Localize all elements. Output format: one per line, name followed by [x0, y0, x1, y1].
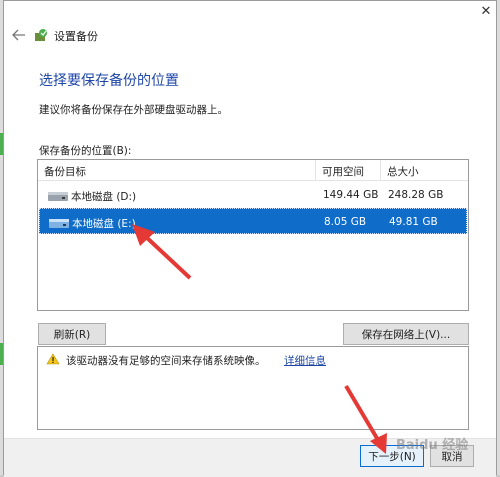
page-heading: 选择要保存备份的位置 — [39, 73, 179, 89]
window-title: 设置备份 — [54, 30, 98, 43]
close-icon: ✕ — [480, 3, 492, 19]
warning-icon — [46, 353, 60, 365]
drive-icon — [48, 192, 68, 201]
backup-destination-list[interactable]: 备份目标 可用空间 总大小 本地磁盘 (D:) 149.44 GB 248.28… — [37, 159, 469, 311]
drive-icon — [49, 219, 69, 228]
backup-app-icon — [35, 29, 47, 41]
row-total: 248.28 GB — [388, 189, 444, 201]
close-button[interactable]: ✕ — [476, 1, 496, 21]
watermark: Baidu 经验 — [396, 438, 469, 453]
warning-text: 该驱动器没有足够的空间来存储系统映像。 — [66, 355, 266, 367]
row-name: 本地磁盘 (E:) — [72, 218, 136, 230]
row-free: 149.44 GB — [323, 189, 379, 201]
details-link[interactable]: 详细信息 — [284, 353, 326, 368]
backup-settings-window: ✕ 设置备份 选择要保存备份的位置 建议你将备份保存在外部硬盘驱动器上。 保存备… — [3, 0, 497, 477]
refresh-button[interactable]: 刷新(R) — [38, 323, 106, 345]
column-header-target[interactable]: 备份目标 — [44, 164, 86, 179]
row-name: 本地磁盘 (D:) — [71, 191, 137, 203]
page-subtext: 建议你将备份保存在外部硬盘驱动器上。 — [39, 104, 228, 116]
row-free: 8.05 GB — [324, 216, 367, 228]
row-total: 49.81 GB — [389, 216, 438, 228]
column-header-total[interactable]: 总大小 — [387, 164, 419, 179]
titlebar: 设置备份 — [4, 21, 496, 49]
column-header-free[interactable]: 可用空间 — [322, 164, 364, 179]
location-label: 保存备份的位置(B): — [39, 145, 132, 157]
table-row[interactable]: 本地磁盘 (D:) 149.44 GB 248.28 GB — [39, 182, 467, 208]
table-row-selected[interactable]: 本地磁盘 (E:) 8.05 GB 49.81 GB — [39, 208, 467, 234]
save-on-network-button[interactable]: 保存在网络上(V)... — [343, 323, 469, 345]
list-header: 备份目标 可用空间 总大小 — [38, 160, 468, 181]
back-arrow-icon[interactable] — [12, 29, 26, 41]
warning-panel: 该驱动器没有足够的空间来存储系统映像。 详细信息 — [37, 346, 469, 430]
